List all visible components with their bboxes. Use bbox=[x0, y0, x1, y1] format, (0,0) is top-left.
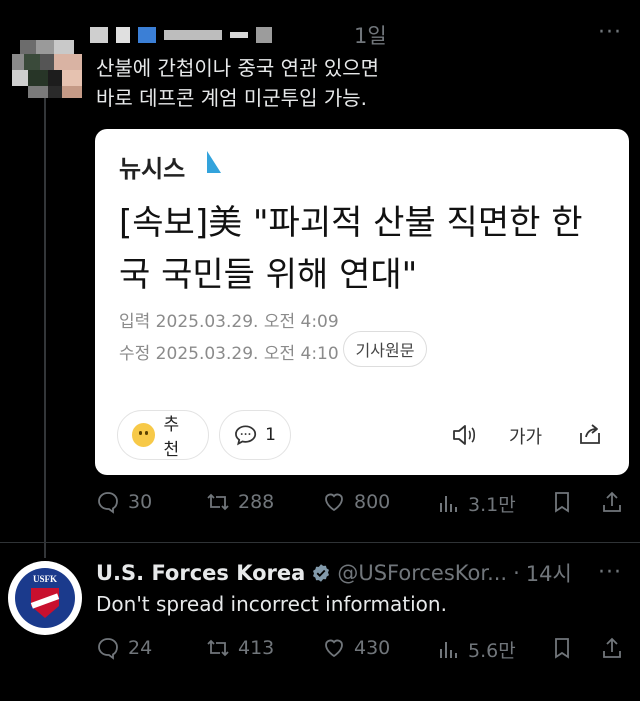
separator-dot: · bbox=[513, 561, 520, 585]
reply-icon bbox=[98, 492, 118, 514]
share-button[interactable] bbox=[600, 490, 624, 514]
smiley-icon bbox=[132, 423, 156, 447]
views-count: 5.6만 bbox=[468, 640, 516, 662]
speaker-icon bbox=[453, 425, 476, 445]
headline-line-1: [속보]美 "파괴적 산불 직면한 한 bbox=[119, 203, 583, 243]
reply-count: 30 bbox=[128, 491, 153, 513]
like-button[interactable]: 800 bbox=[322, 490, 390, 514]
divider bbox=[0, 542, 640, 543]
author-handle[interactable]: @USForcesKor... bbox=[337, 561, 507, 585]
comment-button: 1 bbox=[219, 410, 291, 460]
bookmark-button[interactable] bbox=[550, 636, 574, 660]
share-button[interactable] bbox=[600, 636, 624, 660]
tweet-text-line-1: 산불에 간첩이나 중국 연관 있으면 bbox=[96, 56, 380, 80]
tweet2-header: U.S. Forces Korea @USForcesKor... · 14시 bbox=[96, 558, 572, 588]
retweet-icon bbox=[207, 493, 229, 511]
views-icon bbox=[440, 495, 457, 512]
heart-icon bbox=[325, 493, 343, 512]
share-icon bbox=[603, 637, 621, 658]
recommend-label: 추천 bbox=[163, 415, 180, 460]
bookmark-button[interactable] bbox=[550, 490, 574, 514]
avatar[interactable] bbox=[12, 40, 84, 98]
more-options-icon[interactable]: ··· bbox=[598, 20, 622, 45]
retweet-icon bbox=[207, 639, 229, 657]
author-name-redacted[interactable] bbox=[90, 22, 272, 48]
usfk-logo-text: USFK bbox=[32, 574, 57, 584]
thread-line bbox=[44, 98, 46, 558]
heart-icon bbox=[325, 639, 343, 658]
headline-line-2: 국 국민들 위해 연대" bbox=[119, 255, 418, 295]
reply-button[interactable]: 24 bbox=[96, 636, 152, 660]
retweet-button[interactable]: 413 bbox=[206, 636, 274, 660]
input-date: 입력 2025.03.29. 오전 4:09 bbox=[119, 312, 339, 332]
views-button[interactable]: 5.6만 bbox=[436, 636, 516, 663]
brand-mark-icon bbox=[207, 151, 221, 173]
bookmark-icon bbox=[555, 492, 569, 513]
views-icon bbox=[440, 641, 457, 658]
retweet-count: 413 bbox=[238, 637, 275, 659]
like-button[interactable]: 430 bbox=[322, 636, 390, 660]
share-icon bbox=[603, 491, 621, 512]
views-count: 3.1만 bbox=[468, 494, 516, 516]
reply-count: 24 bbox=[128, 637, 153, 659]
author-name[interactable]: U.S. Forces Korea bbox=[96, 561, 305, 585]
news-brand-logo: 뉴시스 bbox=[119, 155, 186, 183]
speech-bubble-icon bbox=[235, 425, 257, 446]
timestamp[interactable]: 1일 bbox=[354, 20, 387, 50]
reply-icon bbox=[98, 638, 118, 660]
like-count: 800 bbox=[354, 491, 391, 513]
bookmark-icon bbox=[555, 638, 569, 659]
font-size-icon: 가가 bbox=[509, 427, 543, 448]
usfk-avatar[interactable]: USFK bbox=[8, 561, 82, 635]
tweet2-text: Don't spread incorrect information. bbox=[96, 592, 447, 616]
comment-count: 1 bbox=[265, 425, 276, 445]
edit-date: 수정 2025.03.29. 오전 4:10 bbox=[119, 344, 339, 364]
retweet-count: 288 bbox=[238, 491, 275, 513]
retweet-button[interactable]: 288 bbox=[206, 490, 274, 514]
more-options-icon[interactable]: ··· bbox=[598, 560, 622, 585]
recommend-button: 추천 bbox=[117, 410, 209, 460]
original-article-button: 기사원문 bbox=[343, 331, 427, 367]
verified-badge-icon bbox=[313, 564, 330, 582]
reply-button[interactable]: 30 bbox=[96, 490, 152, 514]
timestamp[interactable]: 14시 bbox=[526, 558, 572, 588]
news-card-image[interactable]: 뉴시스 [속보]美 "파괴적 산불 직면한 한 국 국민들 위해 연대" 입력 … bbox=[95, 129, 629, 475]
like-count: 430 bbox=[354, 637, 391, 659]
share-icon bbox=[580, 424, 600, 444]
views-button[interactable]: 3.1만 bbox=[436, 490, 516, 517]
usfk-emblem: USFK bbox=[15, 568, 75, 628]
tweet-text-line-2: 바로 데프콘 계엄 미군투입 가능. bbox=[96, 86, 367, 110]
